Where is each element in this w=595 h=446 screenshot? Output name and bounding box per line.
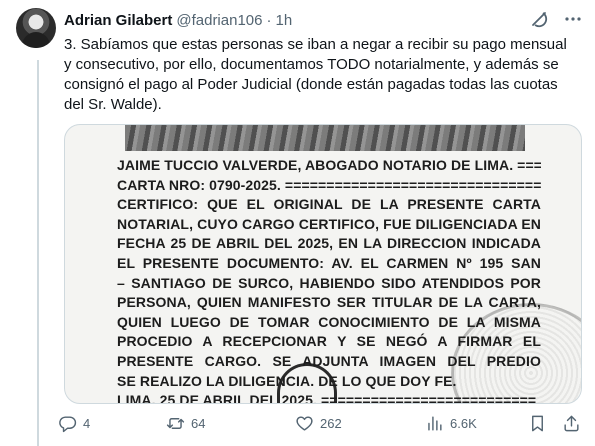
bookmark-button[interactable] [528,412,547,434]
like-icon [295,414,314,433]
share-icon [562,414,581,433]
avatar[interactable] [16,8,56,48]
attached-document-image[interactable]: JAIME TUCCIO VALVERDE, ABOGADO NOTARIO D… [64,124,582,404]
more-icon[interactable] [563,9,583,29]
document-line: EL PRESENTE DOCUMENTO: AV. EL CARMEN Nº … [117,254,541,271]
thread-line [37,60,39,446]
document-line: SE REALIZO LA DILIGENCIA. DE LO QUE DOY … [117,372,457,389]
reply-button[interactable]: 4 [58,412,90,434]
reply-count: 4 [83,415,91,431]
separator-dot: · [266,11,272,29]
document-line: – SANTIAGO DE SURCO, HABIENDO SIDO ATEND… [117,274,541,291]
timestamp[interactable]: 1h [275,12,292,29]
tweet-text-line: 3. Sabíamos que estas personas se iban a… [64,36,567,53]
views-icon [425,414,444,433]
document-text: JAIME TUCCIO VALVERDE, ABOGADO NOTARIO D… [117,156,541,404]
tweet-text: 3. Sabíamos que estas personas se iban a… [64,35,580,115]
author-name[interactable]: Adrian Gilabert [64,12,172,29]
document-line: PROCEDIO A RECEPCIONAR Y SE NEGÓ A FIRMA… [117,333,541,350]
grok-icon[interactable] [529,9,549,29]
header-actions [529,9,583,29]
action-bar: 4 64 262 6.6K [58,412,588,434]
views-button[interactable]: 6.6K [425,412,477,434]
like-button[interactable]: 262 [295,412,342,434]
document-line: CERTIFICO: QUE EL ORIGINAL DE LA PRESENT… [117,196,541,213]
tweet-header: Adrian Gilabert @fadrian106 · 1h [64,9,583,31]
tweet-text-line: consignó el pago al Poder Judicial (dond… [64,76,558,93]
tweet-text-line: del Sr. Walde). [64,96,162,113]
tweet-text-line: y consecutivo, por ello, documentamos TO… [64,56,559,73]
document-line: PRESENTE CARGO. SE ADJUNTA IMAGEN DEL PR… [117,352,541,369]
document-line: QUIEN LUEGO DE TOMAR CONOCIMIENTO DE LA … [117,313,541,330]
views-count: 6.6K [450,415,477,431]
document-line: NOTARIAL, CUYO CARGO CERTIFICO, FUE DILI… [117,215,541,232]
repost-count: 64 [191,415,206,431]
reply-icon [58,414,77,433]
document-line: JAIME TUCCIO VALVERDE, ABOGADO NOTARIO D… [117,157,541,173]
like-count: 262 [320,415,342,431]
repost-button[interactable]: 64 [166,412,205,434]
document-line: FECHA 25 DE ABRIL DEL 2025, EN LA DIRECC… [117,235,541,252]
share-button[interactable] [562,412,581,434]
bookmark-icon [528,414,547,433]
document-line: CARTA NRO: 0790-2025. ==================… [117,176,541,193]
document-line: LIMA, 25 DE ABRIL DEL 2025. ============… [117,392,537,404]
repost-icon [166,414,185,433]
document-line: PERSONA, QUIEN MANIFESTO SER TITULAR DE … [117,294,541,311]
author-handle[interactable]: @fadrian106 [176,12,262,29]
photo-strip [125,125,525,151]
